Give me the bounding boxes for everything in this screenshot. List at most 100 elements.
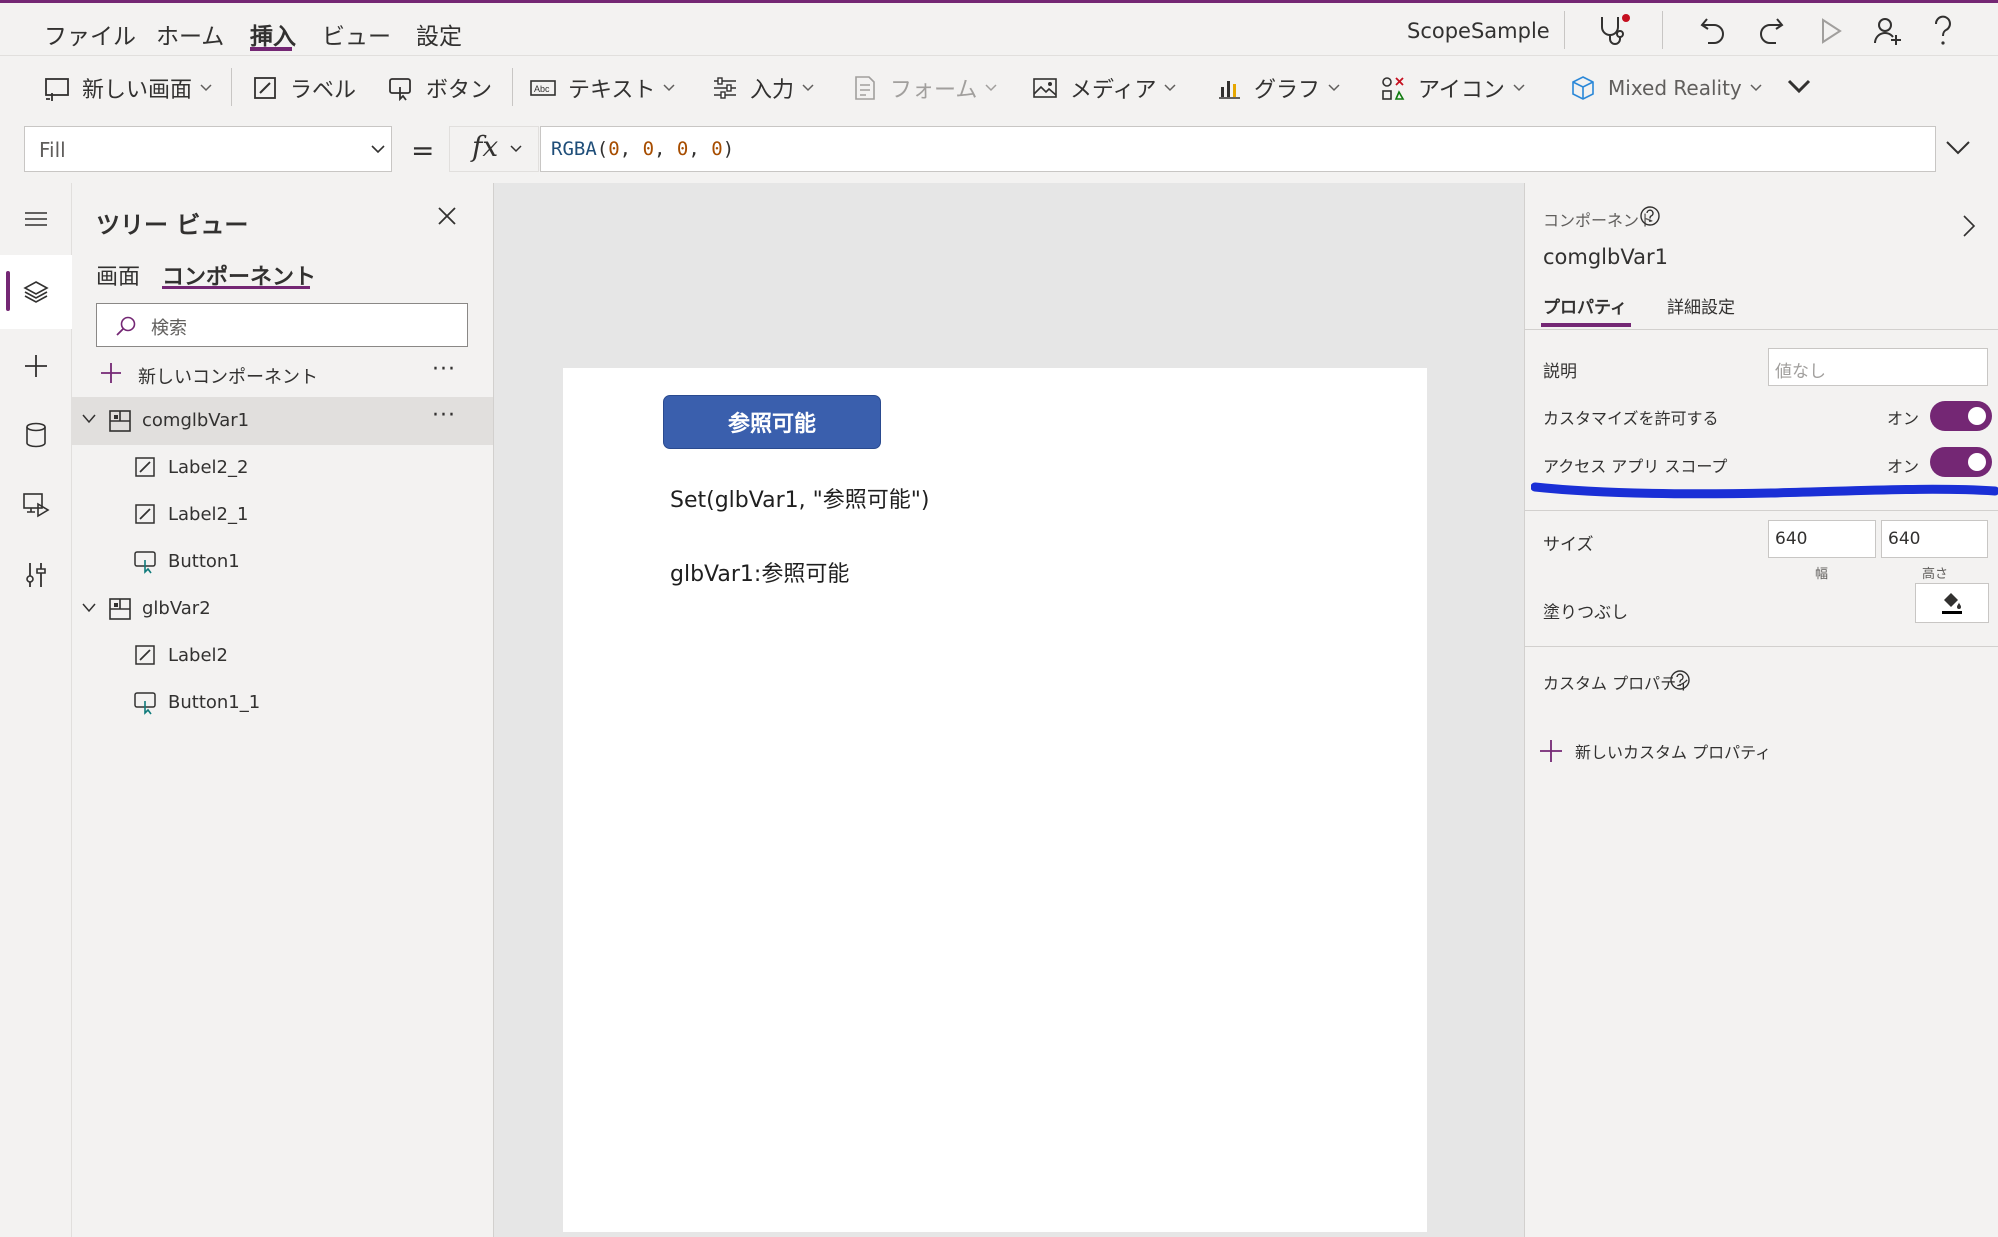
insert-plus-icon[interactable] <box>14 344 58 388</box>
menu-file[interactable]: ファイル <box>44 17 136 51</box>
height-caption: 高さ <box>1922 567 1949 582</box>
new-custom-property-button[interactable]: 新しいカスタム プロパティ <box>1539 735 1839 767</box>
text-button[interactable]: Abc テキスト <box>530 72 675 104</box>
tree-item-Label2_1[interactable]: Label2_1 <box>72 492 493 538</box>
tab-properties[interactable]: プロパティ <box>1543 293 1627 318</box>
media-button[interactable]: メディア <box>1032 72 1176 104</box>
height-input[interactable]: 640 <box>1881 520 1988 558</box>
tree-item-Label2[interactable]: Label2 <box>72 633 493 679</box>
plus-icon <box>1540 740 1562 762</box>
label-button[interactable]: ラベル <box>252 72 356 104</box>
divider <box>1525 646 1998 647</box>
search-input[interactable]: 検索 <box>96 303 468 347</box>
icon-label: アイコン <box>1418 78 1505 103</box>
tree-item-label: Label2 <box>168 645 229 666</box>
canvas-button[interactable]: 参照可能 <box>663 395 881 449</box>
property-dropdown[interactable]: Fill <box>24 126 392 172</box>
new-screen-label: 新しい画面 <box>82 78 193 103</box>
tree-view-title: ツリー ビュー <box>96 211 249 239</box>
ribbon-expand-icon[interactable] <box>1786 78 1812 96</box>
new-screen-button[interactable]: 新しい画面 <box>44 72 212 104</box>
tree-item-glbVar2[interactable]: glbVar2 <box>72 586 493 632</box>
close-icon[interactable] <box>436 205 458 227</box>
button-icon <box>389 78 411 101</box>
bar-chart-icon <box>1219 81 1240 99</box>
chevron-down-icon <box>1164 84 1176 92</box>
undo-icon[interactable] <box>1698 15 1728 45</box>
formula-expand-icon[interactable] <box>1944 139 1972 157</box>
input-button[interactable]: 入力 <box>712 72 814 104</box>
component-icon <box>109 410 131 432</box>
info-icon[interactable] <box>1639 205 1661 227</box>
tree-view-icon[interactable] <box>14 270 58 314</box>
divider <box>1525 510 1998 511</box>
tab-advanced[interactable]: 詳細設定 <box>1667 293 1735 318</box>
active-tab-indicator <box>1541 323 1631 327</box>
form-icon <box>855 76 875 100</box>
divider <box>512 68 513 106</box>
formula-bar: Fill = fx RGBA(0, 0, 0, 0) <box>0 119 1998 184</box>
play-icon[interactable] <box>1818 17 1844 45</box>
menu-home[interactable]: ホーム <box>156 17 224 51</box>
menu-view[interactable]: ビュー <box>322 17 391 51</box>
menu-insert[interactable]: 挿入 <box>250 17 296 51</box>
size-label: サイズ <box>1543 535 1594 555</box>
chevron-down-icon <box>371 145 385 154</box>
description-input[interactable]: 値なし <box>1768 348 1988 386</box>
width-input[interactable]: 640 <box>1768 520 1876 558</box>
chart-button[interactable]: グラフ <box>1216 72 1340 104</box>
mixed-reality-button[interactable]: Mixed Reality <box>1570 72 1762 104</box>
component-canvas[interactable]: 参照可能 Set(glbVar1, "参照可能") glbVar1:参照可能 <box>563 368 1427 1232</box>
plus-icon <box>101 363 121 383</box>
canvas-label-result[interactable]: glbVar1:参照可能 <box>670 556 849 588</box>
fx-button[interactable]: fx <box>449 126 539 172</box>
more-options-icon[interactable]: ··· <box>432 357 456 382</box>
allow-customize-toggle[interactable] <box>1930 401 1992 431</box>
app-checker-icon[interactable] <box>1596 13 1630 47</box>
width-value: 640 <box>1775 529 1808 549</box>
formula-input[interactable]: RGBA(0, 0, 0, 0) <box>540 126 1936 172</box>
more-options-icon[interactable]: ··· <box>432 403 456 428</box>
description-label: 説明 <box>1543 362 1577 382</box>
icon-button[interactable]: アイコン <box>1380 72 1525 104</box>
tree-item-comglbVar1[interactable]: comglbVar1 ··· <box>72 397 493 445</box>
menu-settings[interactable]: 設定 <box>416 17 462 51</box>
component-name: comglbVar1 <box>1543 245 1668 269</box>
button-icon <box>134 551 156 574</box>
share-user-icon[interactable] <box>1872 15 1904 47</box>
canvas-label-set-formula[interactable]: Set(glbVar1, "参照可能") <box>670 482 929 514</box>
button-label: ボタン <box>426 78 493 103</box>
help-icon[interactable] <box>1930 15 1956 47</box>
hamburger-icon[interactable] <box>14 197 58 241</box>
advanced-tools-icon[interactable] <box>14 553 58 597</box>
redo-icon[interactable] <box>1756 15 1786 45</box>
tree-item-label: Button1 <box>168 551 240 572</box>
text-input-icon: Abc <box>530 80 556 96</box>
property-value: Fill <box>39 138 66 162</box>
collapse-panel-icon[interactable] <box>1961 213 1977 239</box>
button-button[interactable]: ボタン <box>388 72 492 104</box>
icons-icon <box>1382 77 1405 100</box>
label-icon <box>135 645 155 665</box>
new-component-button[interactable]: 新しいコンポーネント ··· <box>72 351 493 397</box>
tree-item-Button1_1[interactable]: Button1_1 <box>72 680 493 726</box>
svg-text:Abc: Abc <box>534 84 550 94</box>
data-icon[interactable] <box>14 413 58 457</box>
chevron-down-icon <box>802 84 814 92</box>
media-icon[interactable] <box>14 483 58 527</box>
form-button[interactable]: フォーム <box>852 72 997 104</box>
chevron-down-icon <box>510 145 522 153</box>
left-rail <box>0 183 72 1237</box>
help-circle-icon[interactable] <box>1669 669 1691 691</box>
chevron-down-icon <box>985 84 997 92</box>
tree-item-Label2_2[interactable]: Label2_2 <box>72 445 493 491</box>
fill-color-picker[interactable] <box>1915 583 1989 623</box>
annotation-underline <box>1531 482 1998 499</box>
button-icon <box>134 692 156 715</box>
description-placeholder: 値なし <box>1775 362 1826 382</box>
tree-item-label: comglbVar1 <box>142 410 250 431</box>
tree-item-Button1[interactable]: Button1 <box>72 539 493 585</box>
tab-screens[interactable]: 画面 <box>96 259 140 291</box>
menu-bar: ファイル ホーム 挿入 ビュー 設定 ScopeSample <box>0 0 1998 56</box>
new-custom-property-label: 新しいカスタム プロパティ <box>1575 743 1772 762</box>
